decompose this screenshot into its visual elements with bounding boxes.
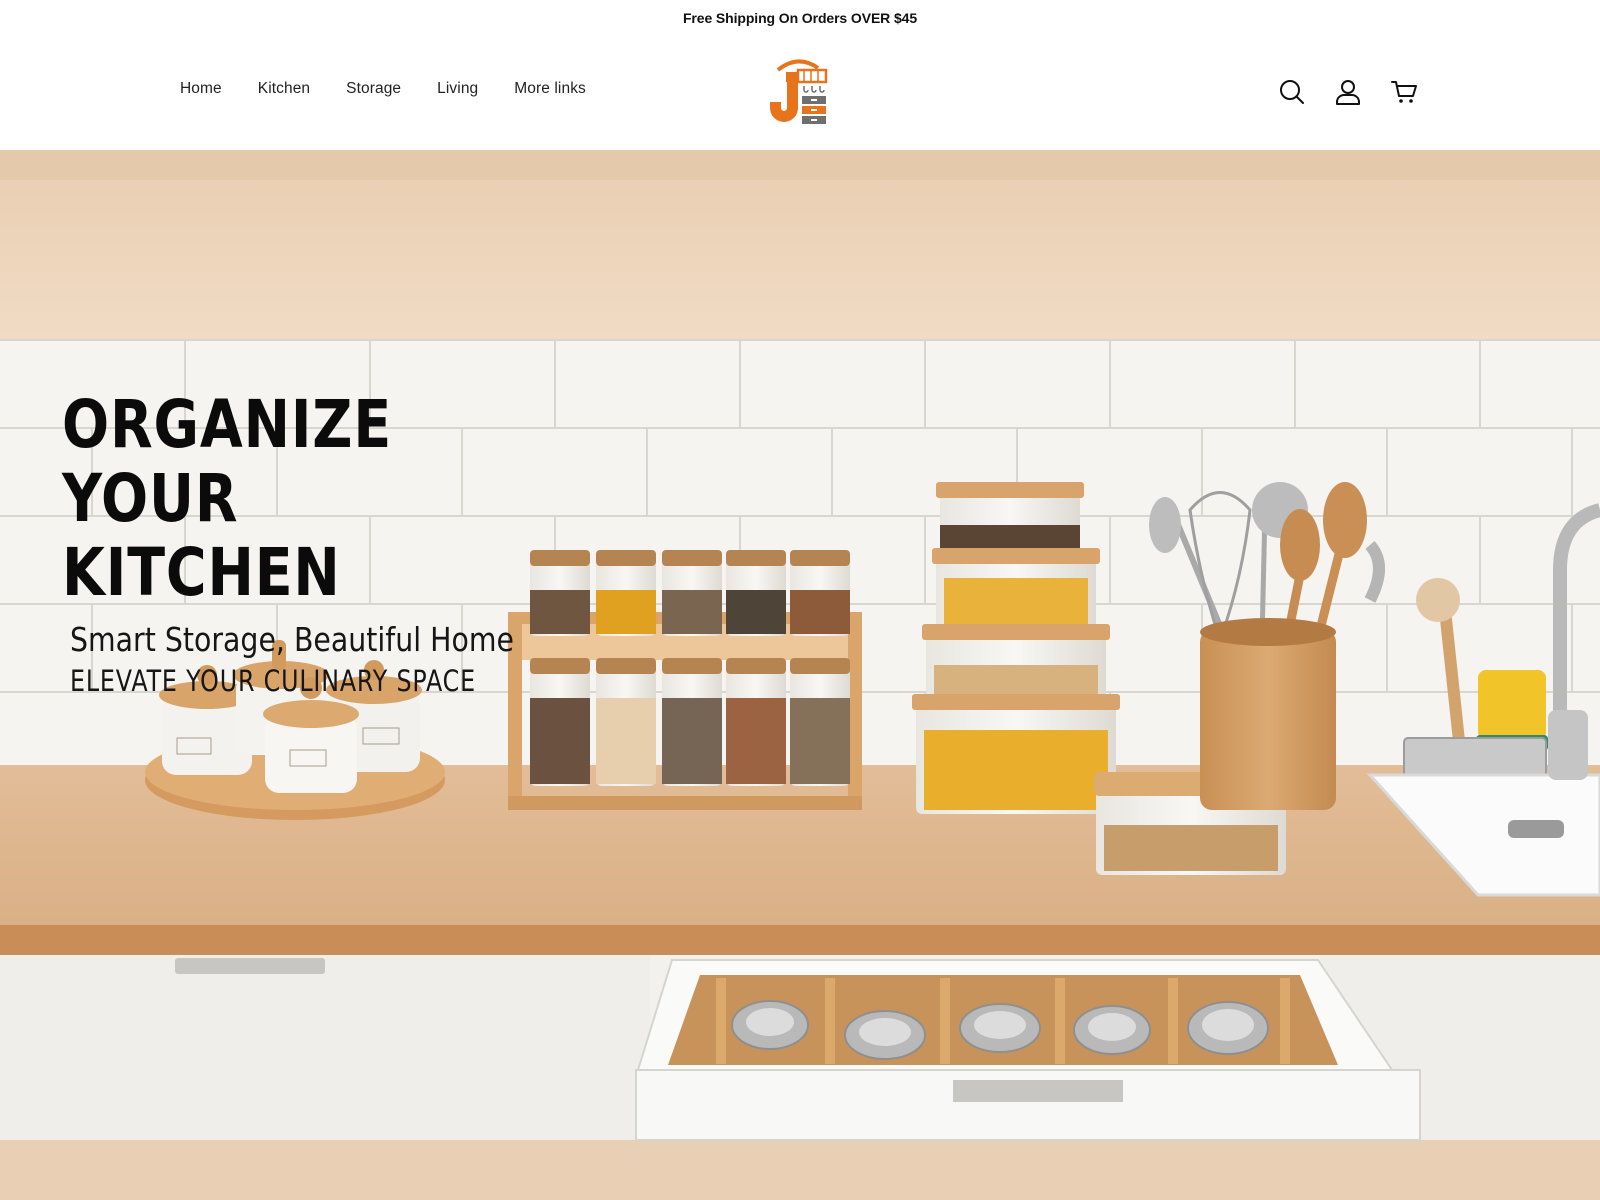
site-header: Home Kitchen Storage Living More links (0, 36, 1600, 150)
hero-title-line-2: KITCHEN (62, 534, 341, 611)
announcement-text: Free Shipping On Orders OVER $45 (682, 10, 918, 26)
hero-subtitle: Smart Storage, Beautiful Home (70, 620, 514, 659)
site-logo[interactable] (764, 56, 836, 128)
nav-storage[interactable]: Storage (334, 76, 413, 102)
hero-banner[interactable]: ORGANIZE YOUR KITCHEN Smart Storage, Bea… (0, 150, 1600, 1200)
hero-tagline: ELEVATE YOUR CULINARY SPACE (70, 664, 476, 698)
hero-text-block: ORGANIZE YOUR KITCHEN Smart Storage, Bea… (62, 388, 583, 699)
account-button[interactable] (1332, 76, 1364, 108)
hero-title: ORGANIZE YOUR KITCHEN (62, 388, 583, 610)
nav-more-links[interactable]: More links (502, 76, 598, 102)
nav-home[interactable]: Home (168, 76, 234, 102)
cart-icon (1391, 81, 1417, 103)
search-button[interactable] (1276, 76, 1308, 108)
search-icon (1280, 80, 1304, 104)
account-icon (1336, 80, 1360, 105)
nav-kitchen[interactable]: Kitchen (246, 76, 322, 102)
logo-mark (770, 59, 828, 124)
announcement-bar: Free Shipping On Orders OVER $45 (0, 0, 1600, 36)
hero-title-line-1: ORGANIZE YOUR (62, 386, 393, 537)
header-icons (1276, 76, 1420, 108)
main-nav: Home Kitchen Storage Living More links (168, 76, 610, 102)
nav-living[interactable]: Living (425, 76, 490, 102)
cart-button[interactable] (1388, 76, 1420, 108)
